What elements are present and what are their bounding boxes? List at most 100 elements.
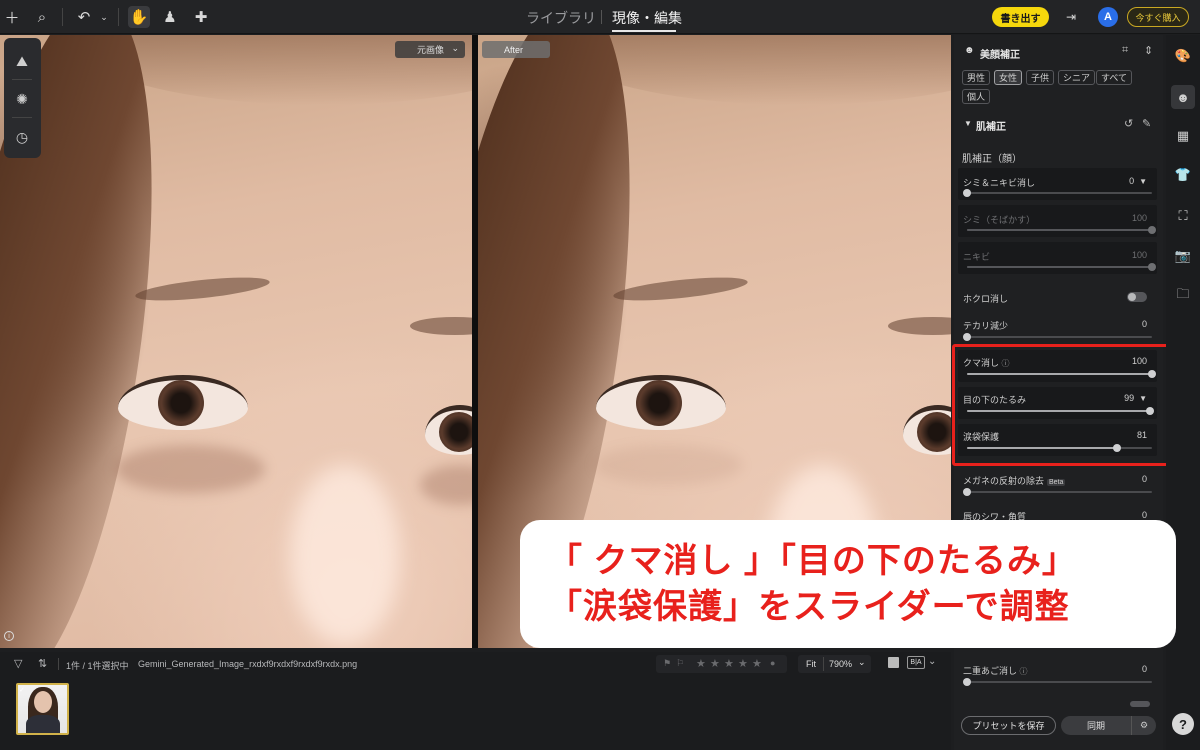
rating-star-5[interactable]: ★ — [752, 657, 762, 670]
color-label-icon[interactable]: ● — [770, 658, 775, 668]
mole-removal-toggle[interactable] — [1127, 292, 1147, 302]
camera-icon[interactable]: 📷 — [1174, 247, 1192, 265]
partial-toggle[interactable] — [1130, 701, 1150, 707]
export-button[interactable]: 書き出す — [992, 7, 1049, 27]
active-tab-indicator — [612, 30, 676, 32]
rating-star-2[interactable]: ★ — [710, 657, 720, 670]
collapse-triangle-icon[interactable]: ▼ — [964, 119, 972, 128]
chevron-down-icon[interactable]: ⌄ — [928, 656, 936, 667]
avatar[interactable]: A — [1098, 7, 1118, 27]
dropdown-triangle-icon[interactable]: ▼ — [1139, 177, 1147, 186]
preset-personal[interactable]: 個人 — [962, 89, 991, 104]
bandage-tool-icon[interactable]: ✚ — [190, 6, 212, 28]
rating-star-4[interactable]: ★ — [738, 657, 748, 670]
tab-divider — [601, 10, 602, 24]
preset-all[interactable]: すべて — [1096, 70, 1133, 85]
landscape-adjust-icon[interactable]: ⛰ — [12, 51, 32, 71]
filter-icon[interactable]: ▽ — [14, 657, 22, 670]
face-retouch-icon[interactable]: ☻ — [1171, 85, 1195, 109]
hand-tool-icon[interactable]: ✋ — [128, 6, 150, 28]
texture-icon[interactable]: ▦ — [1174, 127, 1192, 145]
tab-library[interactable]: ライブラリ — [526, 8, 596, 28]
rating-box: ⚑ ⚐ ★ ★ ★ ★ ★ ● — [656, 655, 787, 673]
fit-button[interactable]: Fit — [806, 659, 816, 669]
face-icon: ☻ — [964, 45, 975, 56]
sort-icon[interactable]: ⇅ — [38, 657, 47, 670]
app-window: ＋ ⌕ ↶ ⌄ ✋ ♟ ✚ ライブラリ 現像・編集 書き出す ⇥ A 今すぐ購入 — [0, 0, 1200, 750]
clothing-icon[interactable]: 👕 — [1174, 166, 1192, 184]
top-toolbar: ＋ ⌕ ↶ ⌄ ✋ ♟ ✚ ライブラリ 現像・編集 書き出す ⇥ A 今すぐ購入 — [0, 0, 1200, 34]
edited-check-icon: ✓ — [19, 687, 25, 694]
thumbnail[interactable]: ✓ — [16, 683, 69, 735]
single-view-icon[interactable] — [888, 657, 899, 668]
share-icon[interactable]: ⇥ — [1060, 6, 1082, 28]
slider-glasses-reflection[interactable]: メガネの反射の除去 Beta 0 — [958, 470, 1157, 500]
right-icon-strip: 🎨 ☻ ▦ 👕 ⛶ 📷 🗀 — [1166, 35, 1200, 750]
preset-senior[interactable]: シニア — [1058, 70, 1096, 85]
help-icon[interactable]: ⓘ — [1020, 667, 1028, 676]
crop-icon[interactable]: ⛶ — [1174, 207, 1192, 225]
rating-star-3[interactable]: ★ — [724, 657, 734, 670]
radial-filter-icon[interactable]: ✺ — [12, 89, 32, 109]
original-view-select[interactable]: 元画像 ⌄ — [395, 41, 465, 58]
info-icon[interactable]: i — [4, 631, 14, 641]
tab-develop[interactable]: 現像・編集 — [612, 8, 682, 28]
toolbar-divider — [62, 8, 63, 26]
chevron-down-icon: ⌄ — [451, 43, 459, 53]
original-view-label: 元画像 — [417, 45, 445, 55]
left-tool-strip: ⛰ ✺ ◷ — [4, 38, 41, 158]
history-icon[interactable]: ◷ — [12, 127, 32, 147]
expand-icon[interactable]: ⇕ — [1144, 44, 1153, 57]
save-preset-button[interactable]: プリセットを保存 — [961, 716, 1056, 735]
slider-knob[interactable] — [963, 333, 971, 341]
undo-icon[interactable]: ↶ — [73, 6, 95, 28]
zoom-level[interactable]: 790% — [829, 659, 852, 669]
chevron-down-icon: ⌄ — [858, 657, 866, 667]
slider-acne[interactable]: ニキビ 100 — [958, 242, 1157, 274]
selection-count: 1件 / 1件選択中 — [66, 661, 129, 671]
filmstrip: ▽ ⇅ 1件 / 1件選択中 Gemini_Generated_Image_rx… — [0, 652, 951, 750]
original-photo: 元画像 ⌄ i — [0, 35, 472, 648]
edit-icon[interactable]: ✎ — [1142, 117, 1151, 130]
annotation-line-1: 「 クマ消し 」「目の下のたるみ」 — [548, 542, 1077, 580]
filmstrip-toolbar: ▽ ⇅ 1件 / 1件選択中 Gemini_Generated_Image_rx… — [0, 652, 951, 676]
slider-freckles[interactable]: シミ（そばかす） 100 — [958, 205, 1157, 237]
preset-male[interactable]: 男性 — [962, 70, 991, 85]
undo-history-chevron-icon[interactable]: ⌄ — [93, 6, 115, 28]
reset-icon[interactable]: ↺ — [1124, 117, 1133, 130]
rating-star-1[interactable]: ★ — [696, 657, 706, 670]
before-after-view-icon[interactable]: B|A — [907, 656, 925, 669]
mole-removal-row: ホクロ消し — [958, 288, 1157, 306]
flag-reject-icon[interactable]: ⚐ — [676, 658, 684, 669]
slider-knob[interactable] — [963, 678, 971, 686]
annotation-line-2: 「涙袋保護」をスライダーで調整 — [548, 588, 1070, 626]
file-name: Gemini_Generated_Image_rxdxf9rxdxf9rxdxf… — [138, 659, 358, 669]
after-view-label: After — [482, 41, 550, 58]
buy-now-button[interactable]: 今すぐ購入 — [1127, 7, 1189, 27]
highlight-box — [952, 344, 1177, 466]
sync-settings-icon[interactable]: ⚙ — [1131, 716, 1156, 735]
section-title: 肌補正 — [976, 122, 1006, 133]
face-detect-icon[interactable]: ⌗ — [1122, 44, 1128, 57]
palette-icon[interactable]: 🎨 — [1174, 47, 1192, 65]
slider-knob[interactable] — [963, 189, 971, 197]
folder-settings-icon[interactable]: 🗀 — [1174, 286, 1192, 305]
annotation-callout: 「 クマ消し 」「目の下のたるみ」 「涙袋保護」をスライダーで調整 — [520, 520, 1176, 648]
slider-knob[interactable] — [963, 488, 971, 496]
help-icon[interactable]: ? — [1172, 713, 1194, 735]
stamp-tool-icon[interactable]: ♟ — [159, 6, 181, 28]
flag-pick-icon[interactable]: ⚑ — [663, 658, 671, 669]
beta-badge: Beta — [1047, 479, 1066, 486]
subsection-title: 肌補正（顔） — [962, 154, 1022, 165]
search-icon[interactable]: ⌕ — [31, 6, 53, 28]
slider-double-chin[interactable]: 二重あご消し ⓘ 0 — [958, 660, 1157, 690]
slider-shine-reduction[interactable]: テカリ減少 0 — [958, 315, 1157, 345]
preset-child[interactable]: 子供 — [1026, 70, 1055, 85]
zoom-control[interactable]: Fit 790% ⌄ — [798, 655, 871, 673]
slider-spot-acne[interactable]: シミ＆ニキビ消し 0 ▼ — [958, 168, 1157, 200]
slider-knob[interactable] — [1148, 263, 1156, 271]
slider-knob[interactable] — [1148, 226, 1156, 234]
preset-female[interactable]: 女性 — [994, 70, 1023, 85]
toolbar-divider — [118, 8, 119, 26]
add-icon[interactable]: ＋ — [1, 6, 23, 28]
